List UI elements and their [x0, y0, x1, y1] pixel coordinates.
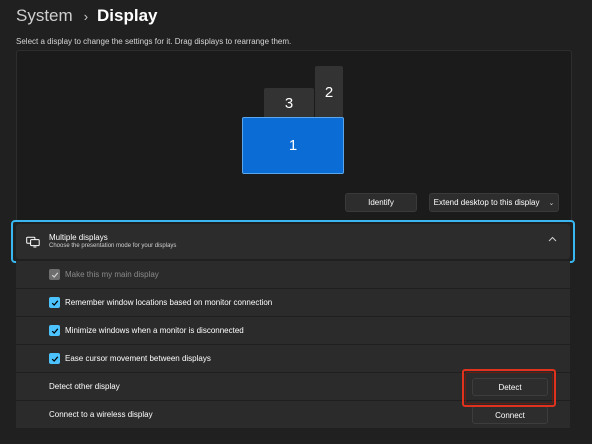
- breadcrumb-separator-icon: ›: [83, 8, 89, 24]
- option-minimize-windows: Minimize windows when a monitor is disco…: [16, 316, 570, 344]
- focus-outline: [11, 220, 575, 263]
- ease-cursor-checkbox[interactable]: [49, 353, 60, 364]
- display-arrangement-area: 2 3 1 Identify Extend desktop to this di…: [16, 50, 572, 222]
- option-ease-cursor: Ease cursor movement between displays: [16, 344, 570, 372]
- remember-locations-checkbox[interactable]: [49, 297, 60, 308]
- main-display-checkbox: [49, 269, 60, 280]
- display-settings-page: System › Display Select a display to cha…: [0, 0, 592, 444]
- main-display-label: Make this my main display: [65, 270, 159, 279]
- remember-locations-label: Remember window locations based on monit…: [65, 298, 273, 307]
- detect-highlight-outline: [462, 369, 556, 407]
- wireless-display-label: Connect to a wireless display: [49, 410, 153, 419]
- connect-button[interactable]: Connect: [472, 406, 548, 424]
- display-mode-dropdown[interactable]: Extend desktop to this display ⌄: [429, 193, 559, 212]
- chevron-down-icon: ⌄: [548, 199, 555, 207]
- page-title: Display: [97, 6, 158, 25]
- option-main-display: Make this my main display: [16, 260, 570, 288]
- breadcrumb: System › Display: [16, 4, 158, 28]
- monitor-2[interactable]: 2: [315, 66, 343, 118]
- monitor-1-selected[interactable]: 1: [242, 117, 344, 174]
- monitor-3[interactable]: 3: [264, 88, 314, 118]
- minimize-windows-label: Minimize windows when a monitor is disco…: [65, 326, 244, 335]
- detect-display-label: Detect other display: [49, 382, 120, 391]
- ease-cursor-label: Ease cursor movement between displays: [65, 354, 211, 363]
- minimize-windows-checkbox[interactable]: [49, 325, 60, 336]
- breadcrumb-system[interactable]: System: [16, 6, 73, 26]
- display-mode-value: Extend desktop to this display: [433, 198, 540, 207]
- identify-button[interactable]: Identify: [345, 193, 417, 212]
- option-remember-locations: Remember window locations based on monit…: [16, 288, 570, 316]
- arrangement-instructions: Select a display to change the settings …: [16, 37, 292, 46]
